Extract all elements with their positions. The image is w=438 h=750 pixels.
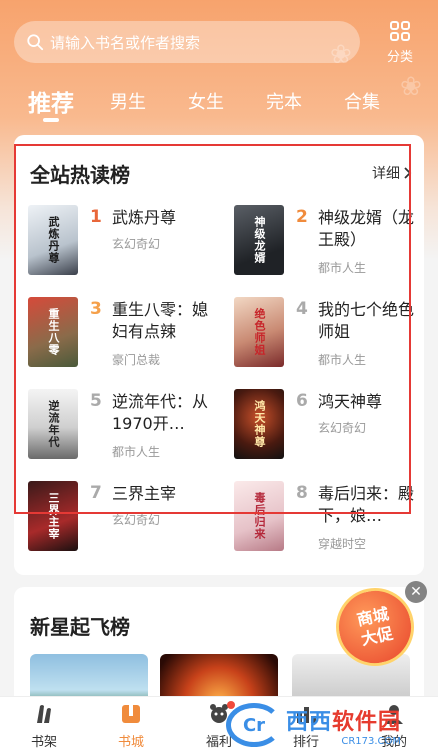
book-title: 毒后归来：殿下，娘…	[318, 484, 415, 525]
book-cover: 三界主宰	[28, 481, 78, 551]
book-category: 玄幻奇幻	[112, 513, 161, 527]
active-tab-indicator	[43, 118, 59, 122]
search-icon	[27, 34, 44, 51]
site-watermark: Cr 西西软件园 CR173.COM	[226, 700, 438, 750]
book-cover: 毒后归来	[234, 481, 284, 551]
more-link[interactable]: 详细	[372, 163, 412, 183]
book-cover: 神级龙婿	[234, 205, 284, 275]
tab-male[interactable]: 男生	[110, 88, 146, 114]
section-title: 全站热读榜	[30, 163, 130, 187]
section-title: 新星起飞榜	[30, 615, 130, 639]
book-title: 三界主宰	[112, 484, 177, 503]
bookstore-icon	[122, 705, 140, 723]
chevron-right-icon	[404, 167, 412, 179]
book-title: 重生八零：媳妇有点辣	[112, 300, 209, 341]
book-category: 都市人生	[318, 353, 367, 367]
book-item[interactable]: 鸿天神尊 6 鸿天神尊 玄幻奇幻	[234, 389, 424, 469]
book-item[interactable]: 武炼丹尊 1 武炼丹尊 玄幻奇幻	[28, 205, 228, 285]
book-title: 武炼丹尊	[112, 208, 177, 227]
tab-female[interactable]: 女生	[188, 88, 224, 114]
book-item[interactable]: 绝色师姐 4 我的七个绝色师姐 都市人生	[234, 297, 424, 377]
book-cover: 逆流年代	[28, 389, 78, 459]
book-item[interactable]: 三界主宰 7 三界主宰 玄幻奇幻	[28, 481, 228, 561]
book-title: 神级龙婿（龙王殿）	[318, 208, 415, 249]
watermark-text-b: 软件园	[332, 709, 402, 735]
book-rank: 2	[296, 207, 308, 227]
book-rank: 7	[90, 483, 102, 503]
tab-collections[interactable]: 合集	[344, 88, 380, 114]
watermark-text-a: 西西	[286, 709, 333, 735]
book-category: 都市人生	[112, 445, 161, 459]
nav-bookshelf[interactable]: 书架	[14, 701, 74, 750]
nav-label: 书架	[30, 735, 57, 750]
close-icon[interactable]: ✕	[405, 581, 427, 603]
book-rank: 8	[296, 483, 308, 503]
book-rank: 5	[90, 391, 102, 411]
watermark-subtext: CR173.COM	[341, 735, 402, 747]
book-rank: 6	[296, 391, 308, 411]
tab-completed[interactable]: 完本	[266, 88, 302, 114]
top-tabs: 推荐 男生 女生 完本 合集	[0, 82, 438, 122]
book-cover: 重生八零	[28, 297, 78, 367]
book-title: 逆流年代：从1970开…	[112, 392, 209, 433]
book-cover: 绝色师姐	[234, 297, 284, 367]
book-item[interactable]: 神级龙婿 2 神级龙婿（龙王殿） 都市人生	[234, 205, 424, 285]
category-label: 分类	[386, 50, 413, 65]
search-input[interactable]: 请输入书名或作者搜索	[14, 21, 360, 63]
book-category: 穿越时空	[318, 537, 367, 551]
book-category: 豪门总裁	[112, 353, 161, 367]
bookshelf-icon	[37, 705, 51, 723]
book-cover: 鸿天神尊	[234, 389, 284, 459]
book-rank: 1	[90, 207, 102, 227]
nav-bookstore[interactable]: 书城	[101, 701, 161, 750]
book-category: 玄幻奇幻	[112, 237, 161, 251]
book-item[interactable]: 逆流年代 5 逆流年代：从1970开… 都市人生	[28, 389, 228, 469]
book-cover: 武炼丹尊	[28, 205, 78, 275]
book-rank: 4	[296, 299, 308, 319]
book-category: 玄幻奇幻	[318, 421, 367, 435]
search-placeholder: 请输入书名或作者搜索	[50, 33, 201, 52]
book-rank: 3	[90, 299, 102, 319]
category-button[interactable]: 分类	[380, 20, 420, 66]
book-category: 都市人生	[318, 261, 367, 275]
nav-label: 书城	[117, 735, 144, 750]
tab-recommend[interactable]: 推荐	[28, 84, 74, 118]
more-label: 详细	[372, 166, 400, 182]
book-item[interactable]: 毒后归来 8 毒后归来：殿下，娘… 穿越时空	[234, 481, 424, 561]
book-title: 我的七个绝色师姐	[318, 300, 415, 341]
book-title: 鸿天神尊	[318, 392, 383, 411]
hot-reading-card: 全站热读榜 详细 武炼丹尊 1 武炼丹尊 玄幻奇幻 神级龙婿 2 神级龙婿（龙王…	[14, 135, 424, 575]
grid-icon	[390, 21, 410, 41]
book-item[interactable]: 重生八零 3 重生八零：媳妇有点辣 豪门总裁	[28, 297, 228, 377]
watermark-logo: Cr	[226, 703, 282, 747]
